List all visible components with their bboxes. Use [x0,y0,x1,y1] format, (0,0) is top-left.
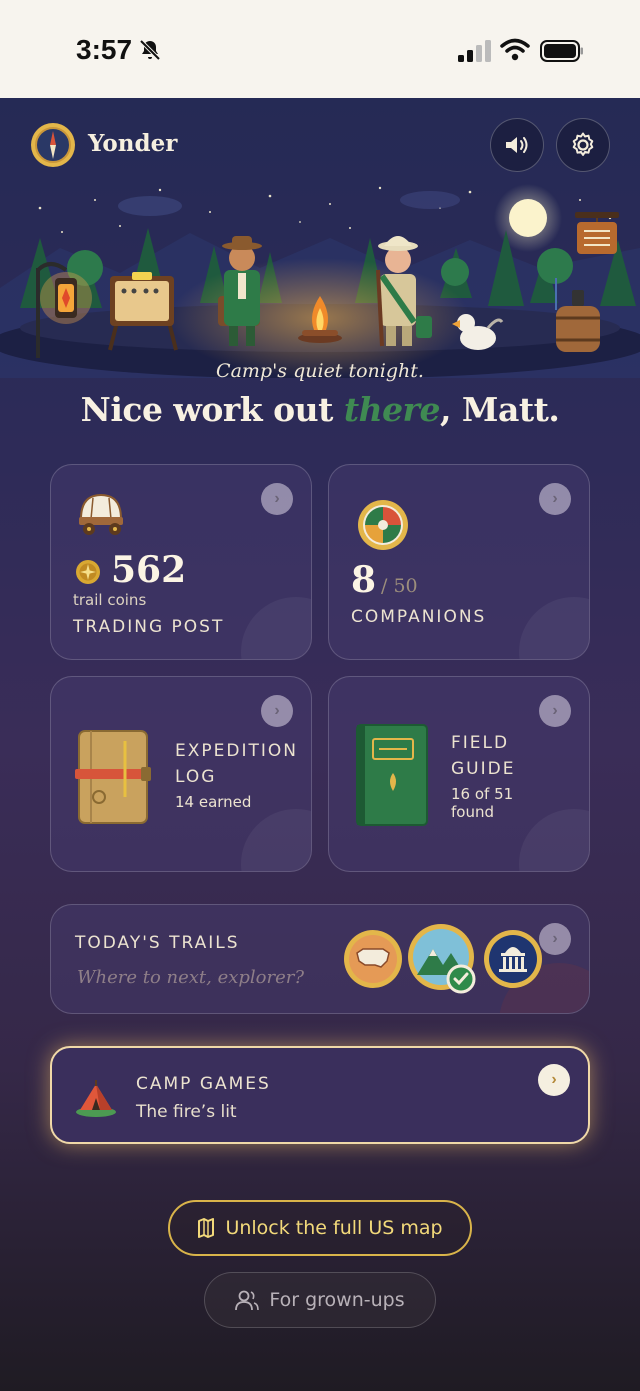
companions-card[interactable]: › 8 / 50 COMPANIONS [328,464,590,660]
us-map-badge-icon[interactable] [343,929,403,989]
camp-games-sub: The fire’s lit [136,1102,237,1122]
unlock-map-label: Unlock the full US map [225,1217,443,1239]
coins-label: trail coins [73,591,147,609]
coin-balance: 562 [111,549,187,591]
capitol-badge-icon[interactable] [483,929,543,989]
settings-button[interactable] [556,118,610,172]
companions-count: 8 [351,559,377,601]
covered-wagon-icon [79,493,123,535]
camp-games-card[interactable]: › CAMP GAMES The fire’s lit [50,1046,590,1144]
gear-icon [572,132,594,156]
field-guide-progress-2: found [451,803,494,821]
sound-icon [506,137,528,153]
chevron-right-icon: › [539,923,571,955]
companions-total: / 50 [381,575,418,597]
headline-pre: Nice work out [80,390,344,429]
campfire-scene-illustration [0,184,640,378]
field-guide-card[interactable]: › FIELD GUIDE 16 of 51 found [328,676,590,872]
green-book-icon [356,724,428,826]
chevron-right-icon: › [261,695,293,727]
expedition-log-earned: 14 earned [175,793,252,811]
chevron-right-icon: › [538,1064,570,1096]
field-guide-title-2: GUIDE [451,759,516,779]
status-time: 3:57 [76,34,133,65]
chevron-right-icon: › [261,483,293,515]
compass-icon [31,123,75,167]
companions-title: COMPANIONS [351,607,487,627]
camp-games-title: CAMP GAMES [136,1074,271,1094]
app-name: Yonder [88,130,178,157]
trading-post-card[interactable]: › 562 trail coins TRADING POST [50,464,312,660]
journal-icon [75,730,151,824]
unlock-map-button[interactable]: Unlock the full US map [168,1200,472,1256]
bell-slash-icon [139,39,161,61]
field-guide-title-1: FIELD [451,733,510,753]
wifi-icon [500,38,530,61]
crest-badge-icon [358,500,408,550]
expedition-log-title-2: LOG [175,767,217,787]
trading-post-title: TRADING POST [73,617,225,637]
mountain-badge-icon[interactable] [407,923,477,997]
app-screen: Yonder Camp's quiet tonight. Nice work o… [0,98,640,1391]
coin-icon [76,560,100,584]
todays-trails-subtitle: Where to next, explorer? [77,967,305,988]
expedition-log-card[interactable]: › EXPEDITION LOG 14 earned [50,676,312,872]
for-grownups-label: For grown-ups [269,1289,405,1311]
map-icon [198,1218,215,1238]
people-icon [235,1290,260,1311]
signal-icon [458,40,491,62]
battery-icon [540,40,583,62]
chevron-right-icon: › [539,695,571,727]
tagline: Camp's quiet tonight. [216,360,424,382]
headline-post: , Matt. [439,390,560,429]
greeting-headline: Nice work out there, Matt. [0,390,640,429]
chevron-right-icon: › [539,483,571,515]
todays-trails-card[interactable]: › TODAY'S TRAILS Where to next, explorer… [50,904,590,1014]
headline-accent: there [343,390,441,429]
tent-icon [76,1080,116,1117]
sound-button[interactable] [490,118,544,172]
for-grownups-button[interactable]: For grown-ups [204,1272,436,1328]
field-guide-progress-1: 16 of 51 [451,785,514,803]
todays-trails-title: TODAY'S TRAILS [75,933,240,953]
status-bar: 3:57 [0,0,640,98]
expedition-log-title-1: EXPEDITION [175,741,298,761]
